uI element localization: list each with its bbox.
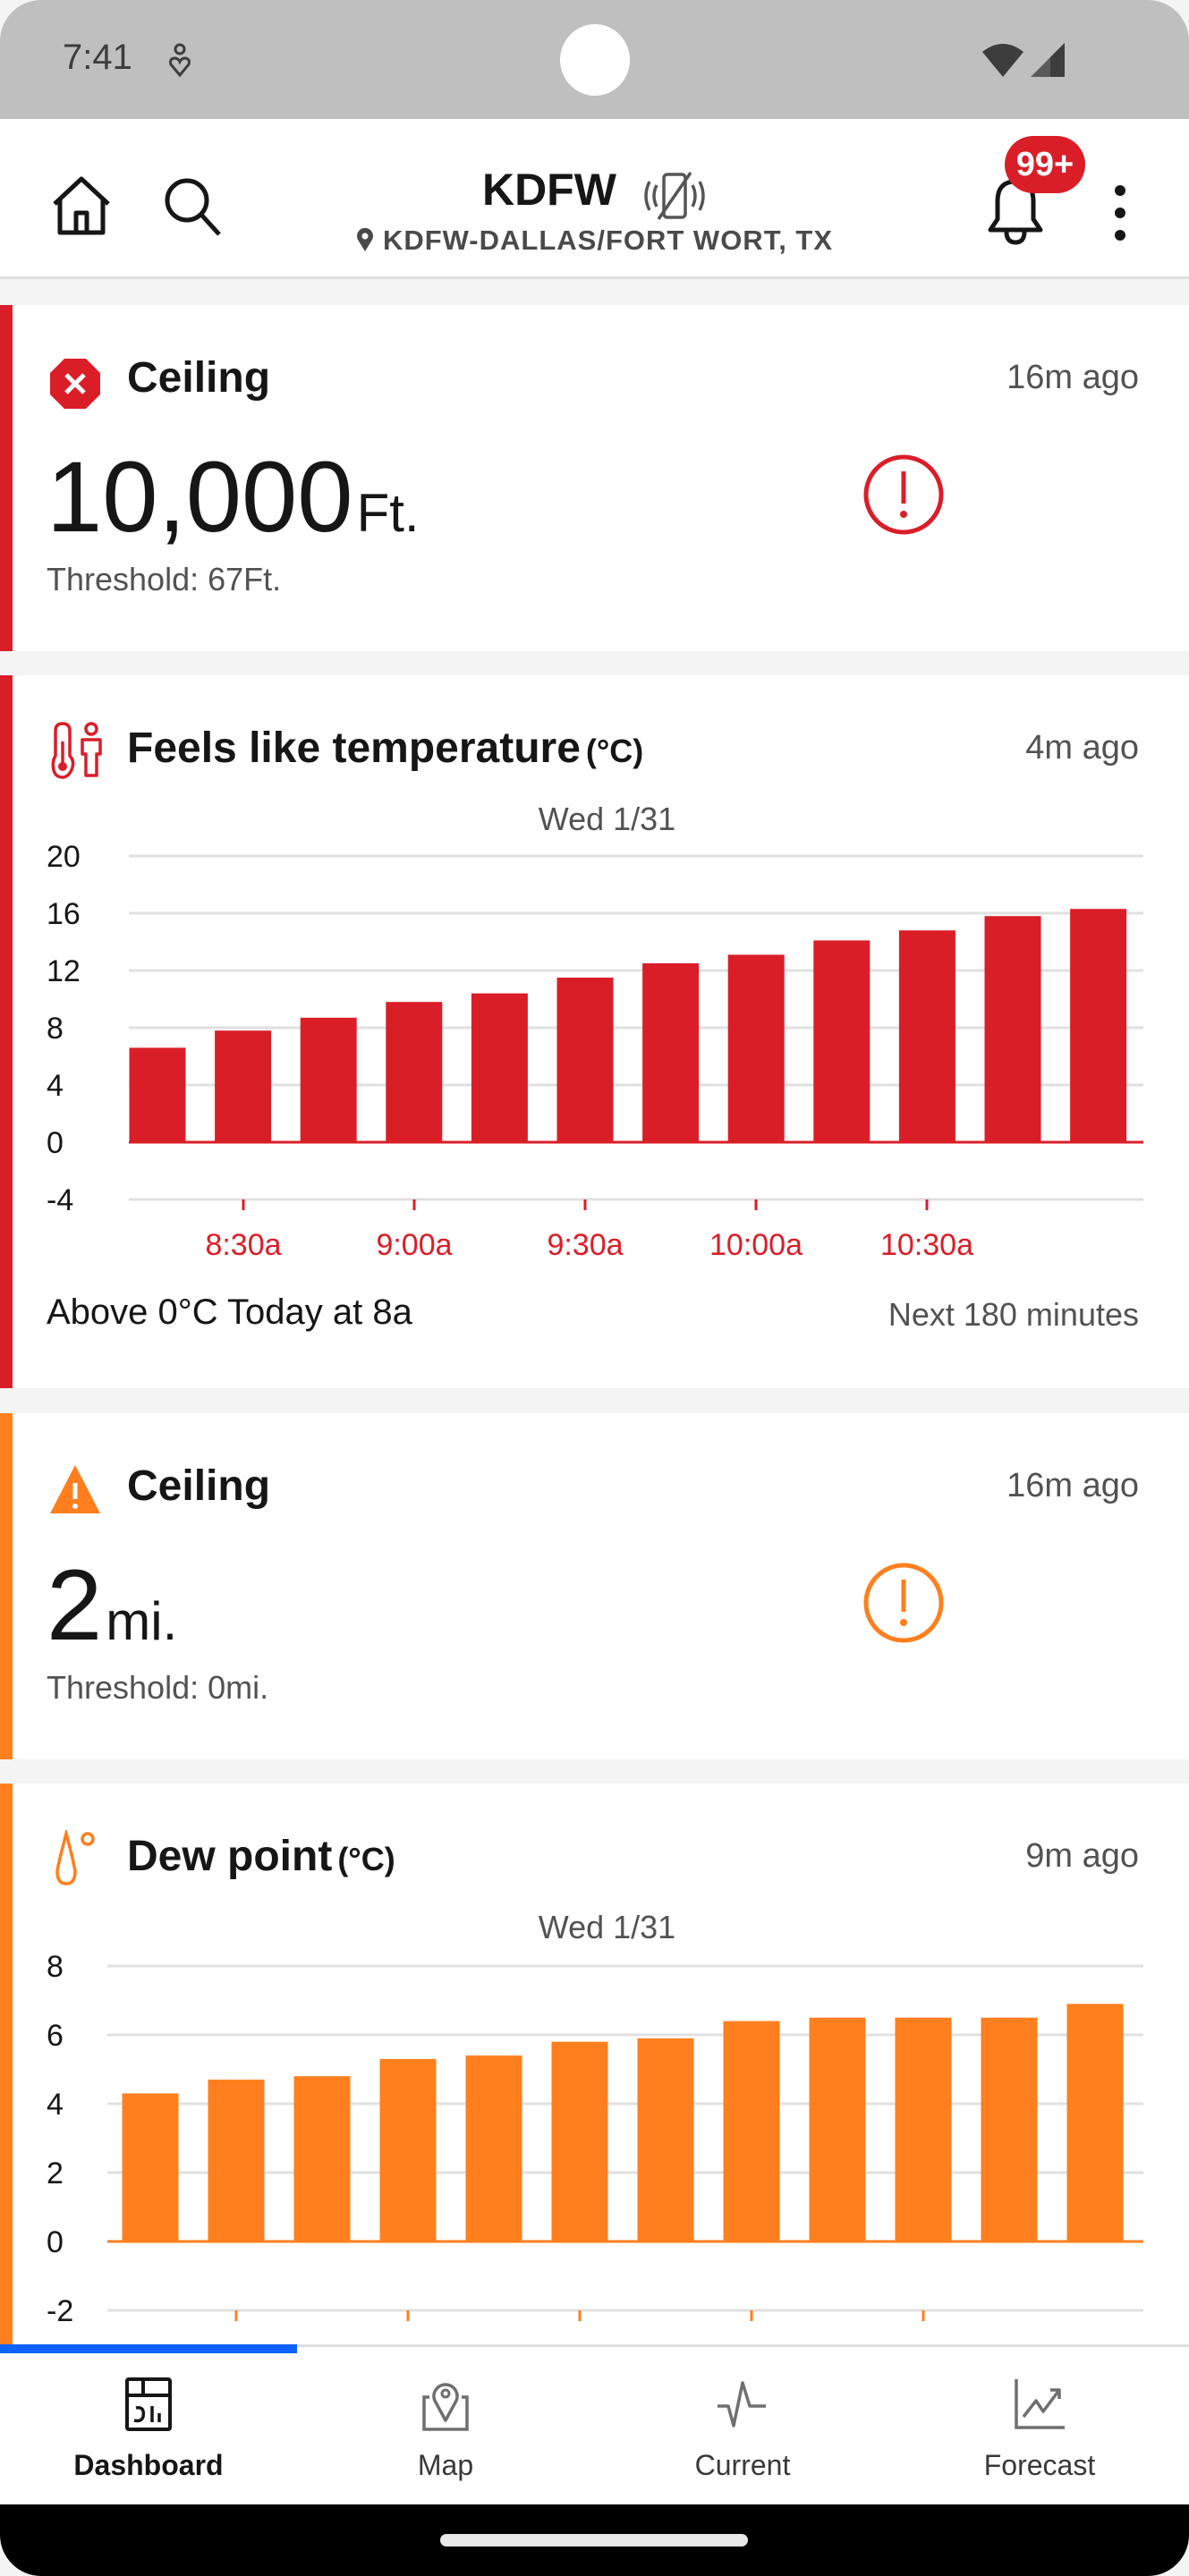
bar-10:15a bbox=[813, 940, 871, 1142]
trend-chart-icon bbox=[1015, 2379, 1065, 2429]
pulse-icon bbox=[718, 2381, 766, 2428]
ceiling-critical-card[interactable]: Ceiling 16m ago 10,000Ft. Threshold: 67F… bbox=[0, 305, 1189, 651]
bar-8:30a bbox=[215, 1030, 272, 1142]
chart-summary: Above 0°C Today at 8a bbox=[47, 1292, 412, 1332]
x-tick-label: 8:30a bbox=[205, 1228, 281, 1262]
bottom-navigation: Dashboard Map Current Forecast bbox=[0, 2344, 1189, 2504]
bar-8:45a bbox=[300, 1017, 357, 1142]
system-gesture-bar bbox=[0, 2504, 1189, 2576]
dashboard-icon bbox=[125, 2377, 172, 2431]
nav-tab-forecast[interactable]: Forecast bbox=[891, 2347, 1188, 2507]
bar-9:45a bbox=[637, 2038, 694, 2241]
y-tick-label: 12 bbox=[47, 954, 81, 988]
bar-9:15a bbox=[471, 993, 528, 1142]
nav-label: Forecast bbox=[983, 2449, 1096, 2481]
more-vertical-icon bbox=[1115, 185, 1125, 241]
map-pin-icon bbox=[422, 2383, 469, 2431]
critical-octagon-icon bbox=[50, 359, 100, 409]
bar-8:15a bbox=[122, 2093, 179, 2241]
y-tick-label: 6 bbox=[47, 2019, 64, 2053]
bar-10:15a bbox=[809, 2017, 866, 2241]
nav-tab-current[interactable]: Current bbox=[594, 2347, 891, 2507]
location-person-icon bbox=[169, 43, 191, 78]
nav-label: Map bbox=[417, 2449, 474, 2481]
nav-label: Current bbox=[694, 2449, 791, 2481]
bar-8:30a bbox=[208, 2080, 265, 2241]
home-gesture-handle[interactable] bbox=[440, 2534, 748, 2546]
nav-label: Dashboard bbox=[73, 2449, 224, 2481]
value-unit: mi. bbox=[106, 1591, 178, 1651]
bar-10:00a bbox=[723, 2021, 780, 2241]
warning-triangle-icon bbox=[50, 1465, 100, 1513]
bar-8:15a bbox=[129, 1047, 186, 1142]
ceiling-warning-card[interactable]: Ceiling 16m ago 2mi. Threshold: 0mi. bbox=[0, 1413, 1189, 1759]
y-tick-label: 16 bbox=[47, 897, 81, 931]
y-tick-label: 8 bbox=[47, 1950, 64, 1984]
y-tick-label: -2 bbox=[47, 2294, 73, 2328]
ceiling-value: 10,000Ft. bbox=[47, 439, 420, 555]
location-pin-icon bbox=[356, 227, 373, 251]
bar-9:00a bbox=[379, 2058, 437, 2241]
bar-10:45a bbox=[984, 916, 1041, 1142]
y-tick-label: 8 bbox=[47, 1012, 64, 1046]
threshold-label: Threshold: 0mi. bbox=[47, 1669, 269, 1706]
bar-9:15a bbox=[465, 2055, 522, 2241]
value-unit: Ft. bbox=[356, 483, 420, 543]
card-updated-time: 16m ago bbox=[1006, 359, 1139, 396]
bar-10:45a bbox=[981, 2017, 1038, 2241]
y-tick-label: 0 bbox=[47, 2225, 64, 2259]
bar-8:45a bbox=[293, 2076, 351, 2241]
x-tick-label: 10:30a bbox=[880, 1228, 973, 1262]
value-number: 2 bbox=[47, 1549, 103, 1661]
station-name: KDFW-DALLAS/FORT WORT, TX bbox=[382, 225, 834, 256]
value-number: 10,000 bbox=[47, 441, 353, 553]
bar-9:45a bbox=[642, 963, 700, 1142]
app-header: KDFW KDFW-DALLAS/FORT WORT, TX 99+ bbox=[0, 119, 1189, 279]
bar-9:30a bbox=[551, 2041, 608, 2241]
bar-9:30a bbox=[556, 978, 614, 1142]
bar-11:00a bbox=[1066, 2004, 1124, 2241]
x-tick-label: 9:00a bbox=[376, 1228, 452, 1262]
bar-10:30a bbox=[895, 2017, 952, 2241]
station-code: KDFW bbox=[481, 165, 616, 215]
wifi-icon bbox=[982, 44, 1023, 77]
card-title: Ceiling bbox=[127, 354, 271, 402]
feels-like-temperature-card[interactable]: Feels like temperature (°C) 4m ago Wed 1/… bbox=[0, 675, 1189, 1388]
vibrate-off-icon[interactable] bbox=[642, 171, 707, 221]
y-tick-label: 20 bbox=[47, 840, 81, 874]
nav-tab-map[interactable]: Map bbox=[297, 2347, 594, 2507]
ceiling-value: 2mi. bbox=[47, 1547, 177, 1663]
more-options-button[interactable] bbox=[1100, 173, 1140, 253]
camera-cutout bbox=[560, 24, 630, 96]
alert-circle-icon[interactable] bbox=[862, 453, 945, 536]
card-title: Ceiling bbox=[127, 1462, 271, 1510]
x-tick-label: 10:00a bbox=[709, 1228, 803, 1262]
bar-11:00a bbox=[1070, 909, 1127, 1142]
y-tick-label: -4 bbox=[47, 1183, 73, 1217]
feels-like-temperature-chart: 20 16 12 8 4 0 -4 8:30a 9:00a 9:30a 10:00a 10:30a bbox=[47, 840, 1143, 1262]
status-bar: 7:41 bbox=[0, 0, 1189, 119]
bar-10:00a bbox=[727, 954, 785, 1142]
nav-tab-dashboard[interactable]: Dashboard bbox=[0, 2347, 297, 2507]
chart-range-label: Next 180 minutes bbox=[888, 1296, 1139, 1333]
y-tick-label: 2 bbox=[47, 2157, 64, 2190]
alert-circle-icon[interactable] bbox=[862, 1562, 945, 1644]
card-updated-time: 16m ago bbox=[1006, 1467, 1139, 1504]
x-tick-label: 9:30a bbox=[547, 1228, 623, 1262]
cell-signal-icon bbox=[1031, 43, 1065, 77]
status-time: 7:41 bbox=[63, 38, 132, 77]
y-tick-label: 0 bbox=[47, 1126, 64, 1160]
threshold-label: Threshold: 67Ft. bbox=[47, 561, 282, 597]
y-tick-label: 4 bbox=[47, 1069, 64, 1103]
notification-badge: 99+ bbox=[1005, 136, 1085, 193]
bar-9:00a bbox=[386, 1002, 443, 1142]
y-tick-label: 4 bbox=[47, 2088, 64, 2122]
bar-10:30a bbox=[898, 930, 955, 1142]
